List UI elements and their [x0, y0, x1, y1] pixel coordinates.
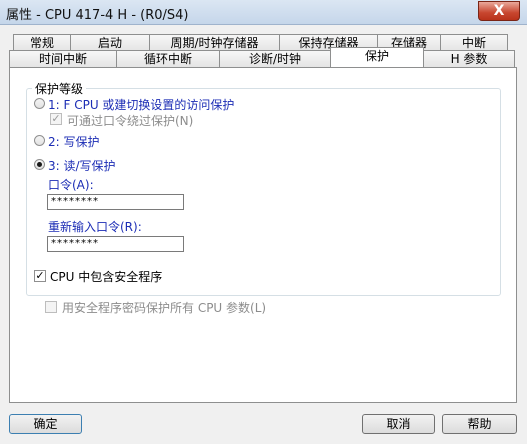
password-field[interactable]: ******** — [47, 194, 184, 210]
ok-button[interactable]: 确定 — [9, 414, 82, 434]
title-bar: 属性 - CPU 417-4 H - (R0/S4) X — [0, 0, 527, 25]
level1-radio[interactable] — [34, 98, 45, 109]
reenter-password-label: 重新输入口令(R): — [48, 220, 142, 234]
level1-label: 1: F CPU 或建切换设置的访问保护 — [48, 98, 235, 112]
help-button[interactable]: 帮助 — [442, 414, 517, 434]
protect-all-params-label: 用安全程序密码保护所有 CPU 参数(L) — [62, 301, 267, 315]
protection-level-label: 保护等级 — [32, 80, 87, 97]
tab-time-of-day-interrupts[interactable]: 时间中断 — [9, 50, 117, 67]
tab-cyclic-interrupts[interactable]: 循环中断 — [116, 50, 220, 67]
level2-radio[interactable] — [34, 135, 45, 146]
protect-all-params-checkbox — [45, 301, 57, 313]
bypass-password-checkbox: ✓ — [50, 112, 62, 125]
tab-diagnostics-clock[interactable]: 诊断/时钟 — [219, 50, 331, 67]
password-label: 口令(A): — [48, 178, 94, 192]
tab-cycle-clock-memory[interactable]: 周期/时钟存储器 — [149, 34, 280, 51]
window-title: 属性 - CPU 417-4 H - (R0/S4) — [6, 8, 189, 23]
tab-startup[interactable]: 启动 — [70, 34, 150, 51]
tab-general[interactable]: 常规 — [13, 34, 71, 51]
cpu-safety-checkbox[interactable]: ✓ — [34, 270, 46, 282]
bypass-password-label: 可通过口令绕过保护(N) — [67, 114, 194, 128]
cancel-button[interactable]: 取消 — [362, 414, 435, 434]
reenter-password-field[interactable]: ******** — [47, 236, 184, 252]
tab-protection[interactable]: 保护 — [330, 47, 424, 67]
level2-label: 2: 写保护 — [48, 135, 100, 149]
tab-h-parameters[interactable]: H 参数 — [423, 50, 515, 67]
tab-interrupts[interactable]: 中断 — [440, 34, 508, 51]
level3-radio[interactable] — [34, 159, 45, 170]
close-button[interactable]: X — [478, 1, 520, 21]
level3-label: 3: 读/写保护 — [48, 159, 116, 173]
cpu-safety-label: CPU 中包含安全程序 — [50, 270, 163, 284]
